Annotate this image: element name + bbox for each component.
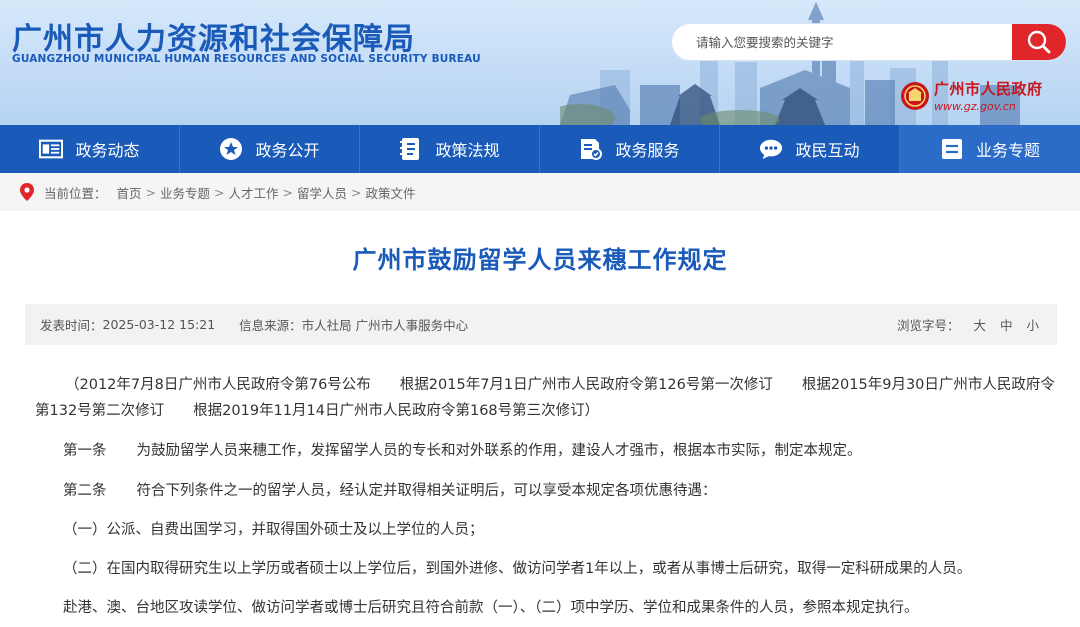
site-header: 广州市人力资源和社会保障局 GUANGZHOU MUNICIPAL HUMAN … xyxy=(0,0,1080,125)
article-clause-2: 第二条 符合下列条件之一的留学人员，经认定并取得相关证明后，可以享受本规定各项优惠… xyxy=(35,478,1055,504)
nav-item-label: 政务服务 xyxy=(615,141,680,160)
article-item-1: （一）公派、自费出国学习，并取得国外硕士及以上学位的人员； xyxy=(63,522,484,538)
nav-item-service[interactable]: 政务服务 xyxy=(540,125,720,173)
breadcrumb-talent[interactable]: 人才工作 xyxy=(229,183,279,202)
main-nav: 政务动态 政务公开 政策法规 政务服务 政民互动 业务专题 xyxy=(0,125,1080,173)
article-item-2: （二）在国内取得研究生以上学历或者硕士以上学位后，到国外进修、做访问学者1年以上… xyxy=(63,561,972,577)
clause-number: 第二条 xyxy=(63,483,107,499)
breadcrumb-separator: > xyxy=(351,184,362,200)
breadcrumb-separator: > xyxy=(145,184,157,200)
news-icon xyxy=(39,137,64,161)
font-size-medium-button[interactable]: 中 xyxy=(1000,315,1013,334)
font-size-label: 浏览字号： xyxy=(896,318,960,333)
book-icon xyxy=(399,137,423,161)
font-size-large-button[interactable]: 大 xyxy=(973,315,986,334)
clause-number: 第一条 xyxy=(63,443,107,459)
article-meta-bar: 发表时间： 2025-03-12 15:21 信息来源： 市人社局 广州市人事服… xyxy=(25,304,1057,345)
nav-item-label: 政务动态 xyxy=(75,141,140,160)
breadcrumb-home[interactable]: 首页 xyxy=(117,183,142,202)
search-input[interactable] xyxy=(672,24,1012,60)
chat-icon xyxy=(759,137,783,161)
publish-time-value: 2025-03-12 15:21 xyxy=(102,317,216,332)
topic-icon xyxy=(940,137,964,161)
breadcrumb-separator: > xyxy=(214,184,225,200)
gov-name: 广州市人民政府 xyxy=(934,80,1043,98)
gov-emblem-icon xyxy=(901,81,929,110)
nav-item-label: 业务专题 xyxy=(975,141,1040,160)
article-title: 广州市鼓励留学人员来穗工作规定 xyxy=(352,246,728,274)
breadcrumb-separator: > xyxy=(282,184,294,200)
article-body: （2012年7月8日广州市人民政府令第76号公布 根据2015年7月1日广州市人… xyxy=(35,372,1055,621)
nav-item-label: 政策法规 xyxy=(435,141,500,160)
font-size-small-button[interactable]: 小 xyxy=(1026,315,1039,334)
star-icon xyxy=(219,137,243,161)
source-value: 市人社局 广州市人事服务中心 xyxy=(301,318,469,333)
site-subtitle: GUANGZHOU MUNICIPAL HUMAN RESOURCES AND … xyxy=(12,53,481,65)
nav-item-label: 政民互动 xyxy=(795,141,860,160)
source-label: 信息来源： xyxy=(239,318,302,333)
clause-text: 为鼓励留学人员来穗工作，发挥留学人员的专长和对外联系的作用，建设人才强市，根据本… xyxy=(136,443,862,459)
breadcrumb-prefix: 当前位置： xyxy=(44,185,107,201)
clause-text: 符合下列条件之一的留学人员，经认定并取得相关证明后，可以享受本规定各项优惠待遇： xyxy=(136,483,717,499)
gov-url: www.gz.gov.cn xyxy=(934,100,1016,113)
nav-item-policy[interactable]: 政策法规 xyxy=(360,125,540,173)
breadcrumb-policy-docs[interactable]: 政策文件 xyxy=(366,183,416,202)
service-icon xyxy=(579,137,603,161)
article-clause-1: 第一条 为鼓励留学人员来穗工作，发挥留学人员的专长和对外联系的作用，建设人才强市，… xyxy=(35,438,1055,464)
font-size-switcher: 浏览字号： 大 中 小 xyxy=(897,304,1039,345)
search-button[interactable] xyxy=(1012,24,1066,60)
location-pin-icon xyxy=(20,183,34,201)
article-item-3: 赴港、澳、台地区攻读学位、做访问学者或博士后研究且符合前款（一）、（二）项中学历… xyxy=(63,600,919,616)
nav-item-topics[interactable]: 业务专题 xyxy=(900,125,1080,173)
breadcrumb: 当前位置： 首页 > 业务专题 > 人才工作 > 留学人员 > 政策文件 xyxy=(0,173,1080,211)
breadcrumb-overseas[interactable]: 留学人员 xyxy=(297,183,347,202)
magnifier-icon xyxy=(1027,30,1051,54)
nav-item-news[interactable]: 政务动态 xyxy=(0,125,180,173)
publish-time-label: 发表时间： xyxy=(40,318,103,333)
nav-item-interaction[interactable]: 政民互动 xyxy=(720,125,900,173)
article-preamble: （2012年7月8日广州市人民政府令第76号公布 根据2015年7月1日广州市人… xyxy=(35,377,1055,419)
nav-item-disclosure[interactable]: 政务公开 xyxy=(180,125,360,173)
breadcrumb-topics[interactable]: 业务专题 xyxy=(160,183,210,202)
nav-item-label: 政务公开 xyxy=(255,141,320,160)
site-title: 广州市人力资源和社会保障局 xyxy=(12,22,415,57)
gov-portal-link[interactable]: 广州市人民政府 www.gz.gov.cn xyxy=(900,78,1043,113)
search-box xyxy=(672,24,1066,60)
